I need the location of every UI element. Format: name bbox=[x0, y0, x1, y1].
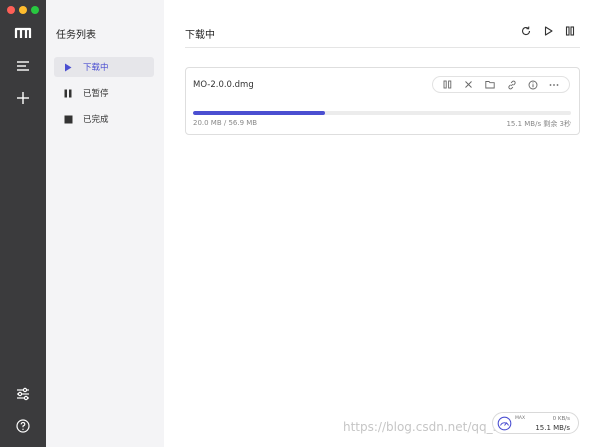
task-actions bbox=[432, 76, 570, 93]
task-progress-bar bbox=[193, 111, 571, 115]
header-divider bbox=[185, 47, 580, 48]
download-speed: 15.1 MB/s bbox=[535, 424, 570, 432]
sidebar-title: 任务列表 bbox=[56, 30, 96, 41]
stop-icon bbox=[63, 114, 73, 124]
page-title: 下载中 bbox=[185, 30, 215, 41]
app-rail bbox=[0, 0, 46, 447]
task-size: 20.0 MB / 56.9 MB bbox=[193, 119, 258, 127]
sidebar-item-downloading[interactable]: 下载中 bbox=[54, 57, 154, 77]
task-name: MO-2.0.0.dmg bbox=[193, 80, 254, 90]
preferences-icon[interactable] bbox=[13, 384, 33, 404]
speed-limit-label: MAX bbox=[515, 416, 526, 421]
sidebar-item-completed[interactable]: 已完成 bbox=[54, 109, 154, 129]
app-logo-icon bbox=[13, 23, 33, 43]
link-icon[interactable] bbox=[506, 79, 518, 91]
delete-task-icon[interactable] bbox=[463, 79, 475, 91]
task-progress-fill bbox=[193, 111, 326, 115]
add-task-icon[interactable] bbox=[13, 88, 33, 108]
speedometer-widget[interactable]: MAX 0 KB/s 15.1 MB/s bbox=[492, 412, 579, 434]
pause-task-icon[interactable] bbox=[442, 79, 454, 91]
help-icon[interactable] bbox=[13, 416, 33, 436]
window-controls bbox=[7, 6, 39, 14]
sidebar-item-label: 下载中 bbox=[83, 63, 109, 73]
resume-all-icon[interactable] bbox=[542, 24, 554, 38]
play-icon bbox=[63, 62, 73, 72]
pause-all-icon[interactable] bbox=[564, 24, 576, 38]
upload-speed: 0 KB/s bbox=[552, 416, 570, 422]
refresh-icon[interactable] bbox=[520, 24, 532, 38]
download-task-card[interactable]: MO-2.0.0.dmg 20.0 MB / 56.9 MB 15.1 MB/s… bbox=[185, 67, 580, 135]
close-window-button[interactable] bbox=[7, 6, 15, 14]
pause-icon bbox=[63, 88, 73, 98]
info-icon[interactable] bbox=[527, 79, 539, 91]
more-icon[interactable] bbox=[548, 79, 560, 91]
minimize-window-button[interactable] bbox=[19, 6, 27, 14]
folder-icon[interactable] bbox=[484, 79, 496, 91]
task-list-sidebar: 任务列表 下载中 已暂停 已完成 bbox=[46, 0, 164, 447]
sidebar-item-label: 已暂停 bbox=[83, 89, 109, 99]
header-actions bbox=[520, 24, 576, 38]
task-list-icon[interactable] bbox=[13, 56, 33, 76]
main-panel: 下载中 MO-2.0.0.dmg 20.0 MB / 56.9 MB 15.1 … bbox=[164, 0, 602, 447]
sidebar-item-paused[interactable]: 已暂停 bbox=[54, 83, 154, 103]
task-speed-remaining: 15.1 MB/s 剩余 3秒 bbox=[506, 120, 571, 128]
speedometer-icon bbox=[497, 416, 512, 431]
sidebar-item-label: 已完成 bbox=[83, 115, 109, 125]
zoom-window-button[interactable] bbox=[31, 6, 39, 14]
